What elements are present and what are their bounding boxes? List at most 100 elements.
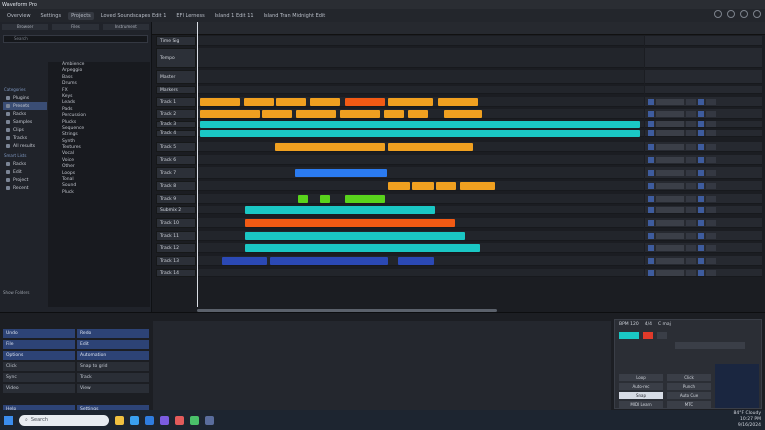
instrument-tab[interactable]: Instrument	[102, 24, 149, 30]
plugin-slot[interactable]	[656, 98, 684, 105]
plugin-slot[interactable]	[656, 206, 684, 213]
audio-clip[interactable]	[200, 121, 640, 128]
play-button[interactable]	[619, 332, 639, 339]
track-header[interactable]: Track 1	[156, 97, 196, 107]
tab-settings[interactable]: Settings	[38, 12, 65, 20]
view-button[interactable]: View	[77, 384, 149, 393]
redo-button[interactable]: Redo	[77, 329, 149, 338]
track-lane[interactable]	[197, 48, 644, 68]
file-button[interactable]: File	[3, 340, 75, 349]
audio-clip[interactable]	[310, 98, 340, 106]
category-clips[interactable]: Clips	[3, 126, 47, 134]
transport-position[interactable]	[675, 342, 745, 349]
tab-edit-2[interactable]: EFI Lerness	[173, 12, 207, 20]
solo-button[interactable]	[698, 182, 704, 189]
audio-clip[interactable]	[200, 110, 260, 118]
tab-edit-3[interactable]: Island 1 Edit 11	[212, 12, 257, 20]
snap-to-grid-button[interactable]: Snap to grid	[77, 362, 149, 371]
pan-field[interactable]	[706, 130, 716, 136]
plugin-slot[interactable]	[656, 219, 684, 226]
audio-clip[interactable]	[384, 110, 404, 118]
time-signature[interactable]: 4/4	[645, 322, 652, 327]
pan-field[interactable]	[706, 244, 716, 251]
plugin-slot[interactable]	[656, 257, 684, 264]
solo-button[interactable]	[698, 143, 704, 150]
solo-button[interactable]	[698, 156, 704, 163]
track-header[interactable]: Track 8	[156, 181, 196, 191]
track-lane[interactable]	[197, 206, 644, 214]
punch-button[interactable]: Punch	[667, 383, 711, 390]
track-lane[interactable]	[197, 130, 644, 137]
tab-edit-1[interactable]: Loved Soundscapes Edit 1	[98, 12, 170, 20]
video-button[interactable]: Video	[3, 384, 75, 393]
audio-clip[interactable]	[262, 110, 292, 118]
mute-button[interactable]	[648, 244, 654, 251]
track-header[interactable]: Submix 2	[156, 206, 196, 214]
plugin-slot[interactable]	[656, 269, 684, 276]
undo-button[interactable]: Undo	[3, 329, 75, 338]
plugin-slot[interactable]	[656, 110, 684, 117]
store-icon[interactable]	[145, 415, 154, 425]
pan-field[interactable]	[706, 156, 716, 163]
waveform-app-icon[interactable]	[205, 415, 214, 425]
volume-field[interactable]	[686, 169, 696, 176]
track-header[interactable]: Track 5	[156, 142, 196, 152]
track-header[interactable]: Markers	[156, 86, 196, 94]
snap-button[interactable]: Snap	[619, 392, 663, 399]
volume-field[interactable]	[686, 257, 696, 264]
audio-clip[interactable]	[345, 98, 385, 106]
volume-field[interactable]	[686, 98, 696, 105]
volume-field[interactable]	[686, 219, 696, 226]
smart-list-project[interactable]: Project	[3, 176, 47, 184]
minimize-icon[interactable]	[740, 10, 748, 18]
mute-button[interactable]	[648, 169, 654, 176]
help-icon[interactable]	[714, 10, 722, 18]
sync-button[interactable]: Sync	[3, 373, 75, 382]
settings-icon[interactable]	[727, 10, 735, 18]
audio-clip[interactable]	[436, 182, 456, 190]
mute-button[interactable]	[648, 257, 654, 264]
solo-button[interactable]	[698, 232, 704, 239]
track-header[interactable]: Track 12	[156, 243, 196, 253]
track-header[interactable]: Master	[156, 70, 196, 84]
pan-field[interactable]	[706, 219, 716, 226]
plugin-slot[interactable]	[656, 121, 684, 127]
pan-field[interactable]	[706, 98, 716, 105]
click-button[interactable]: Click	[3, 362, 75, 371]
track-lane[interactable]	[197, 70, 644, 84]
volume-field[interactable]	[686, 195, 696, 202]
volume-field[interactable]	[686, 206, 696, 213]
plugin-slot[interactable]	[656, 143, 684, 150]
track-header[interactable]: Tempo	[156, 48, 196, 68]
volume-field[interactable]	[686, 143, 696, 150]
audio-clip[interactable]	[200, 98, 240, 106]
audio-clip[interactable]	[295, 169, 387, 177]
midi-learn-button[interactable]: MIDI Learn	[619, 401, 663, 408]
pan-field[interactable]	[706, 182, 716, 189]
track-lane[interactable]	[197, 121, 644, 128]
auto-rec-button[interactable]: Auto-rec	[619, 383, 663, 390]
volume-field[interactable]	[686, 130, 696, 136]
solo-button[interactable]	[698, 269, 704, 276]
pan-field[interactable]	[706, 121, 716, 127]
track-lane[interactable]	[197, 194, 644, 204]
tab-overview[interactable]: Overview	[4, 12, 34, 20]
track-lane[interactable]	[197, 97, 644, 107]
track-lane[interactable]	[197, 243, 644, 253]
mute-button[interactable]	[648, 121, 654, 127]
track-button[interactable]: Track	[77, 373, 149, 382]
solo-button[interactable]	[698, 130, 704, 136]
start-icon[interactable]	[4, 415, 13, 425]
audio-clip[interactable]	[388, 143, 473, 151]
category-plugins[interactable]: Plugins	[3, 94, 47, 102]
audio-clip[interactable]	[412, 182, 434, 190]
smart-list-racks[interactable]: Racks	[3, 160, 47, 168]
bpm-readout[interactable]: BPM 120	[619, 322, 639, 327]
category-racks[interactable]: Racks	[3, 110, 47, 118]
solo-button[interactable]	[698, 121, 704, 127]
pan-field[interactable]	[706, 143, 716, 150]
category-presets[interactable]: Presets	[3, 102, 47, 110]
audio-clip[interactable]	[245, 219, 455, 227]
track-header[interactable]: Track 6	[156, 155, 196, 165]
track-header[interactable]: Track 14	[156, 269, 196, 277]
